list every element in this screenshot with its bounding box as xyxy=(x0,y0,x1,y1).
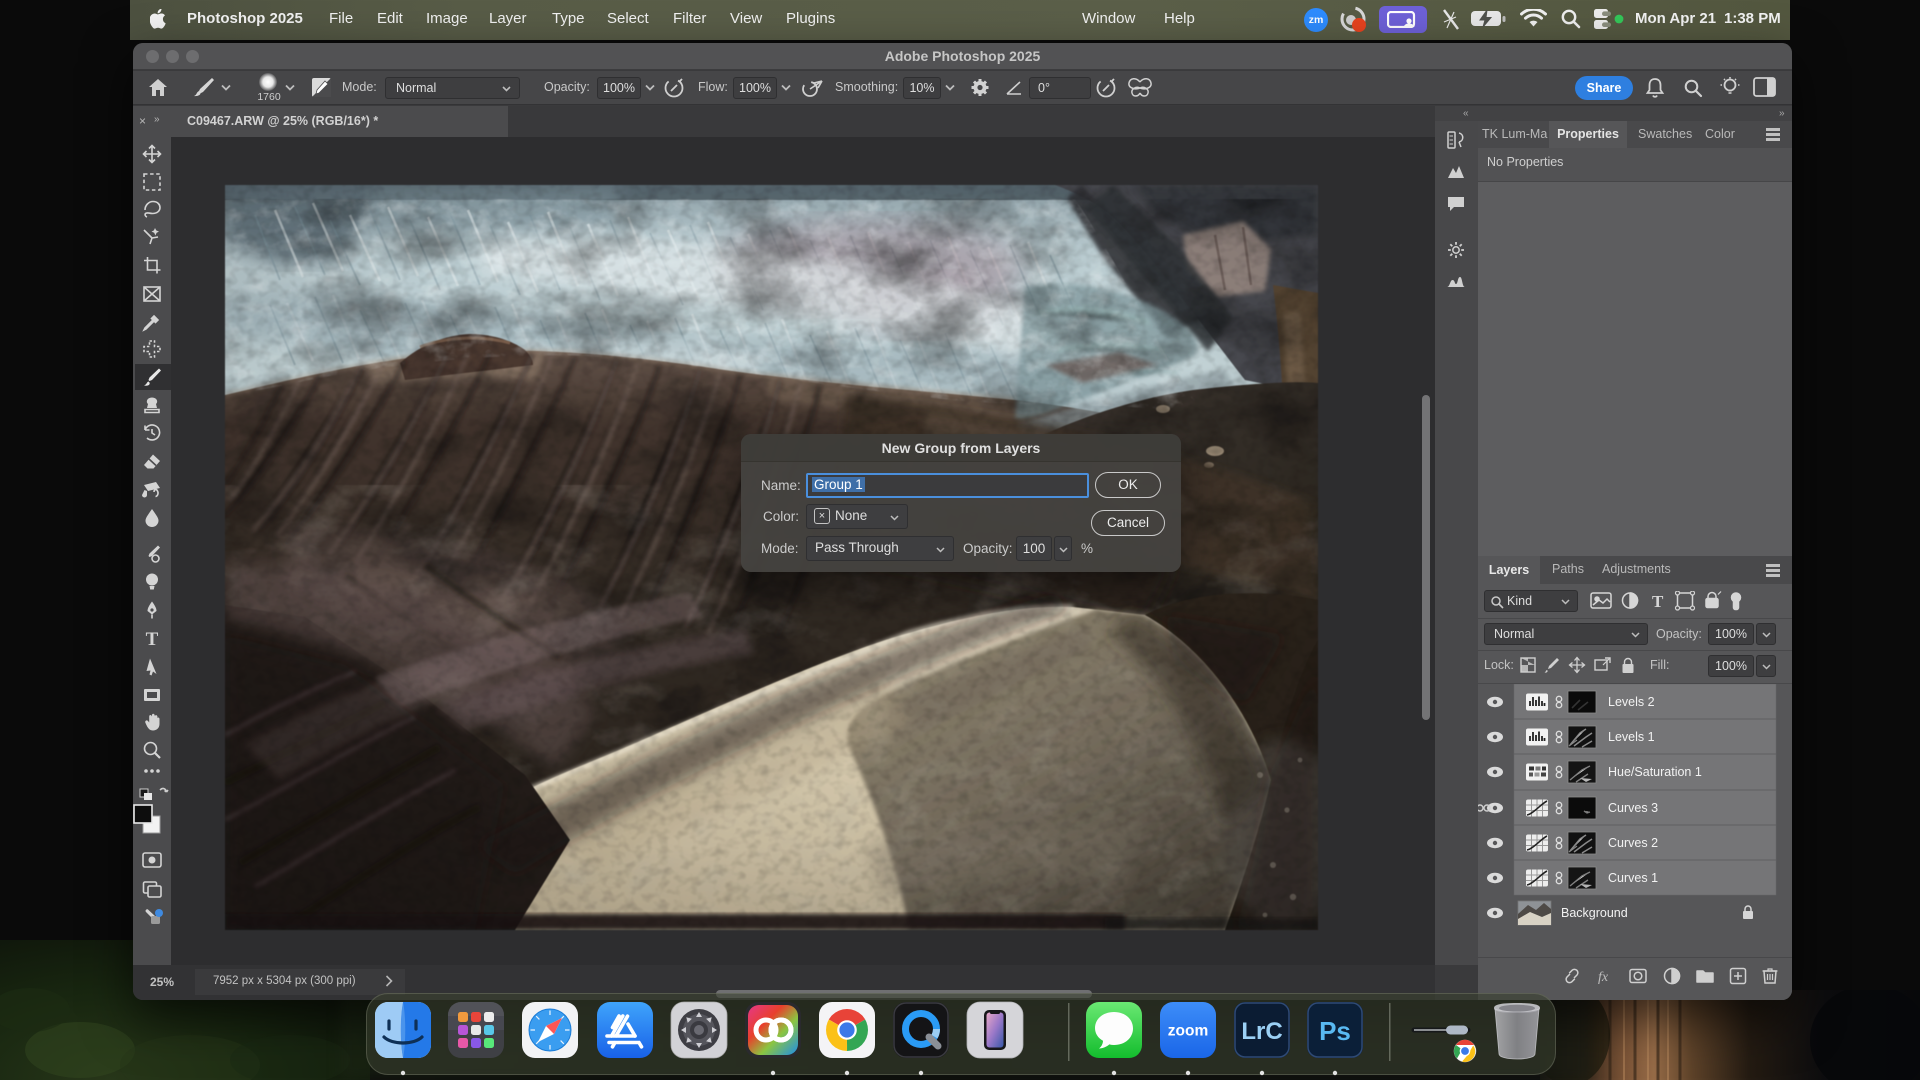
svg-text:Curves 3: Curves 3 xyxy=(1608,801,1658,815)
svg-text:fx: fx xyxy=(1598,970,1609,985)
svg-text:T: T xyxy=(1652,592,1664,611)
svg-text:Levels 2: Levels 2 xyxy=(1608,695,1655,709)
svg-text:Levels 1: Levels 1 xyxy=(1608,730,1655,744)
svg-text:Hue/Saturation 1: Hue/Saturation 1 xyxy=(1608,765,1702,779)
svg-text:Background: Background xyxy=(1561,906,1628,920)
svg-text:T: T xyxy=(146,629,159,650)
svg-text:Curves 2: Curves 2 xyxy=(1608,836,1658,850)
svg-text:Curves 1: Curves 1 xyxy=(1608,871,1658,885)
